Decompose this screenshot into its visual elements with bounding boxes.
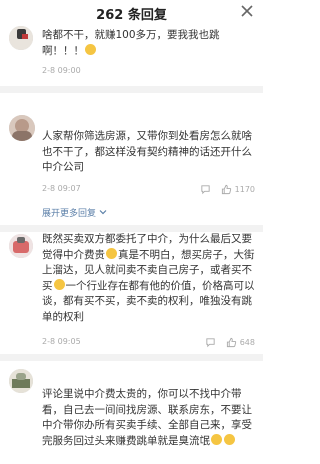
thumbs-up-icon[interactable]: [226, 337, 237, 348]
comment-item: 啥都不干，就赚100多万，要我我也跳啊！！！ 2-8 09:00: [0, 26, 263, 86]
comment-meta: 2-8 09:00: [42, 64, 255, 78]
like-count: 648: [239, 337, 255, 347]
reply-icon[interactable]: [200, 184, 211, 195]
avatar[interactable]: [9, 115, 35, 141]
reply-button[interactable]: [200, 184, 211, 195]
comment-time: 2-8 09:00: [42, 66, 81, 75]
reply-count-title: 262 条回复: [96, 8, 167, 23]
thumbs-up-icon[interactable]: [221, 184, 232, 195]
grin-emoji-icon: [53, 278, 65, 290]
expand-replies-link[interactable]: 展开更多回复: [42, 206, 107, 219]
comment-text: 既然买卖双方都委托了中介，为什么最后又要觉得中介费贵 真是不明白，想买房子，大街上…: [42, 233, 255, 323]
comment-body: 既然买卖双方都委托了中介，为什么最后又要觉得中介费贵 真是不明白，想买房子，大街上…: [42, 232, 255, 325]
chevron-down-icon[interactable]: [99, 208, 107, 216]
divider: [0, 354, 263, 361]
grin-emoji-icon: [106, 247, 117, 259]
divider: [0, 225, 263, 232]
like-button[interactable]: 648: [226, 337, 255, 348]
smile-emoji-icon: [211, 433, 222, 445]
comment-text: 啥都不干，就赚100多万，要我我也跳啊！！！: [42, 29, 220, 57]
comment-meta: 2-8 09:05 648: [42, 335, 255, 349]
comment-time: 2-8 09:05: [42, 337, 81, 346]
comment-text: 评论里说中介费太贵的，你可以不找中介带看，自己去一间间找房源、联系房东，不要让中…: [42, 388, 252, 447]
comment-body: 人家帮你筛选房源，又带你到处看房怎么就啥也不干了，都这样没有契约精神的话还开什么…: [42, 129, 255, 176]
hidden-username: [42, 107, 102, 117]
comments-header: 262 条回复: [0, 0, 263, 26]
close-button[interactable]: [239, 3, 255, 19]
hidden-username: [42, 369, 102, 379]
comment-time: 2-8 09:07: [42, 184, 81, 193]
smile-emoji-icon: [85, 43, 96, 55]
like-button[interactable]: 1170: [221, 184, 255, 195]
smile-emoji-icon: [224, 433, 235, 445]
comment-item: 评论里说中介费太贵的，你可以不找中介带看，自己去一间间找房源、联系房东，不要让中…: [0, 361, 263, 464]
avatar[interactable]: [9, 369, 33, 393]
comment-body: 啥都不干，就赚100多万，要我我也跳啊！！！: [42, 28, 255, 59]
reply-button[interactable]: [205, 337, 216, 348]
avatar[interactable]: [9, 234, 33, 258]
comment-meta: 2-8 09:07 1170: [42, 182, 255, 196]
comment-text: 人家帮你筛选房源，又带你到处看房怎么就啥也不干了，都这样没有契约精神的话还开什么…: [42, 130, 252, 173]
comment-body: 评论里说中介费太贵的，你可以不找中介带看，自己去一间间找房源、联系房东，不要让中…: [42, 387, 255, 449]
divider: [0, 86, 263, 93]
like-count: 1170: [234, 184, 255, 194]
reply-icon[interactable]: [205, 337, 216, 348]
comment-item: 人家帮你筛选房源，又带你到处看房怎么就啥也不干了，都这样没有契约精神的话还开什么…: [0, 93, 263, 225]
avatar[interactable]: [9, 26, 33, 50]
close-icon[interactable]: [239, 3, 255, 19]
